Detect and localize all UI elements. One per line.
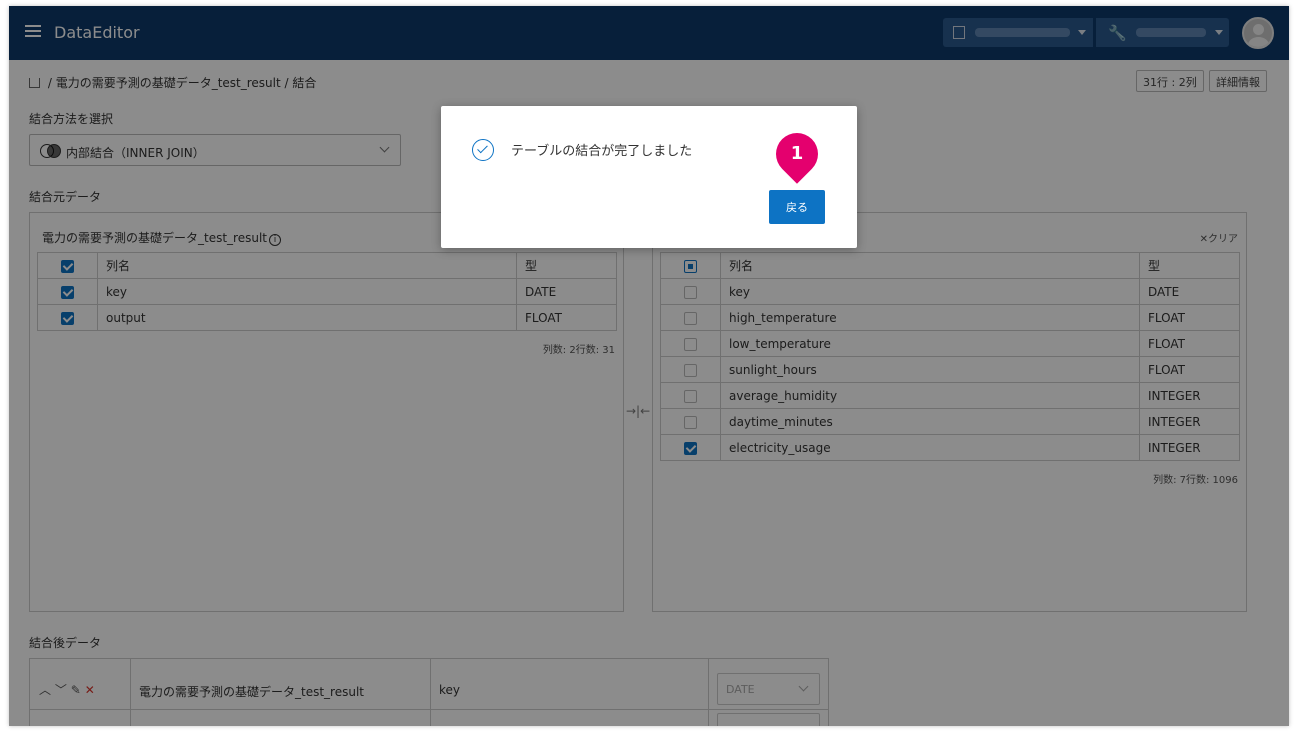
step-number: 1: [790, 143, 804, 164]
back-button[interactable]: 戻る: [769, 190, 825, 224]
completion-message: テーブルの結合が完了しました: [511, 144, 693, 159]
step-marker: 1: [767, 124, 827, 184]
completion-dialog: テーブルの結合が完了しました 1 戻る: [441, 106, 857, 248]
app-window: DataEditor 🔧 / 電力の需要予測の基礎データ_test_result…: [9, 6, 1289, 726]
check-circle-icon: [472, 139, 494, 161]
